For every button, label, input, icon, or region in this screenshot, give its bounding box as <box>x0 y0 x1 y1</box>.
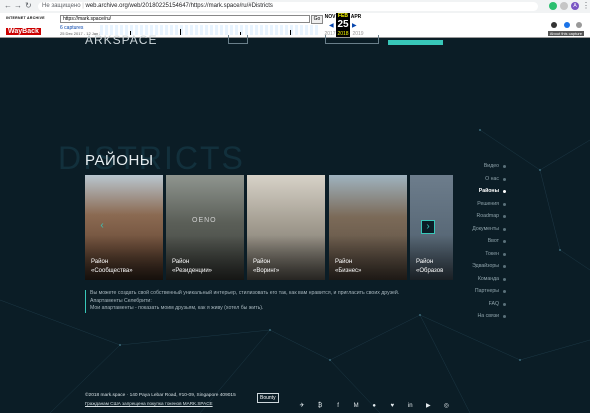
site-header: ARKSPACE <box>0 33 590 47</box>
nav-item-about[interactable]: О нас <box>472 173 506 186</box>
nav-item-token[interactable]: Токен <box>472 248 506 261</box>
slider-next-icon[interactable]: › <box>421 220 435 234</box>
nav-item-advisors[interactable]: Эдвайзоры <box>472 260 506 273</box>
user-icon[interactable] <box>551 22 558 28</box>
card-label: Район <box>172 259 190 265</box>
reddit-icon[interactable]: ● <box>370 403 378 409</box>
card-label: Район <box>335 259 353 265</box>
slider-prev-icon[interactable]: ‹ <box>97 220 107 232</box>
card-label: Район <box>253 259 271 265</box>
bounty-button[interactable]: Bounty <box>257 393 279 403</box>
district-card-residences[interactable]: OENO Район «Резиденции» <box>166 175 244 280</box>
instagram-icon[interactable]: ◎ <box>442 402 450 409</box>
header-accent-button[interactable] <box>388 40 443 45</box>
nav-item-bot[interactable]: Ввот <box>472 235 506 248</box>
site-logo[interactable]: ARKSPACE <box>85 33 157 47</box>
browser-toolbar: ← → ↻ Не защищено | web.archive.org/web/… <box>0 0 590 14</box>
social-links: ✈ ₿ f M ● ♥ in ▶ ◎ <box>298 394 456 412</box>
security-status: Не защищено <box>42 3 81 9</box>
card-name: «Резиденции» <box>172 268 213 274</box>
nav-item-team[interactable]: Команда <box>472 273 506 286</box>
card-label: Район <box>91 259 109 265</box>
twitter-icon[interactable]: ♥ <box>388 403 396 409</box>
nav-item-districts[interactable]: Районы <box>472 185 506 198</box>
footer-address: ©2018 mark.space · 140 Paya Lebar Road, … <box>85 393 236 398</box>
address-bar[interactable]: Не защищено | web.archive.org/web/201802… <box>38 2 538 11</box>
about-capture-link[interactable]: About this capture <box>547 31 584 36</box>
nav-item-documents[interactable]: Документы <box>472 223 506 236</box>
districts-slider[interactable]: Район «Сообщества» OENO Район «Резиденци… <box>85 175 453 280</box>
district-card-business[interactable]: Район «Бизнес» <box>329 175 407 280</box>
card-name: «Воринг» <box>253 268 280 274</box>
nav-item-faq[interactable]: FAQ <box>472 298 506 311</box>
description-line: Мои апартаменты - показать моим друзьям,… <box>90 305 264 311</box>
header-button[interactable] <box>228 35 248 44</box>
district-description: Вы можете создать свой собственный уника… <box>85 290 465 313</box>
forward-button[interactable]: → <box>14 1 22 10</box>
extension-icon[interactable] <box>549 2 557 10</box>
nav-item-solutions[interactable]: Решения <box>472 198 506 211</box>
card-name: «Образов <box>416 268 444 274</box>
medium-icon[interactable]: M <box>352 403 360 409</box>
prev-capture-arrow[interactable]: ◀ <box>329 22 334 29</box>
header-button[interactable] <box>325 35 379 44</box>
card-name: «Сообщества» <box>91 268 133 274</box>
wayback-logo-main: WayBack <box>6 28 41 35</box>
profile-avatar[interactable]: A <box>571 2 579 10</box>
card-name: «Бизнес» <box>335 268 362 274</box>
card-label: Район <box>416 259 434 265</box>
wayback-url-input[interactable]: https://mark.space/ru/ <box>60 15 310 23</box>
wayback-logo-top: INTERNET ARCHIVE <box>6 16 45 20</box>
extension-icon[interactable] <box>560 2 568 10</box>
wayback-logo[interactable]: INTERNET ARCHIVE WayBack <box>6 16 48 35</box>
linkedin-icon[interactable]: in <box>406 403 414 409</box>
us-restriction-link[interactable]: Гражданам США запрещена покупка токенов … <box>85 401 213 406</box>
nav-item-video[interactable]: Видео <box>472 160 506 173</box>
close-icon[interactable] <box>576 22 582 28</box>
nav-item-partners[interactable]: Партнеры <box>472 285 506 298</box>
description-line: Вы можете создать свой собственный уника… <box>90 290 400 296</box>
nav-item-roadmap[interactable]: Roadmap <box>472 210 506 223</box>
facebook-icon[interactable]: f <box>334 403 342 409</box>
youtube-icon[interactable]: ▶ <box>424 402 432 409</box>
address-url: web.archive.org/web/20180225154647/https… <box>85 3 273 9</box>
nav-item-contact[interactable]: На связи <box>472 310 506 323</box>
section-title: РАЙОНЫ <box>85 152 154 169</box>
reload-button[interactable]: ↻ <box>25 1 32 10</box>
building-sign: OENO <box>192 217 217 224</box>
next-capture-arrow[interactable]: ▶ <box>352 22 357 29</box>
next-month[interactable]: APR <box>348 14 364 20</box>
bitcointalk-icon[interactable]: ₿ <box>316 403 324 409</box>
back-button[interactable]: ← <box>4 1 12 10</box>
menu-icon[interactable]: ⋮ <box>582 1 590 10</box>
section-nav: Видео О нас Районы Решения Roadmap Докум… <box>472 160 506 323</box>
telegram-icon[interactable]: ✈ <box>298 402 306 409</box>
description-line: Апартаменты Селебрити: <box>90 297 152 304</box>
current-day: 25 <box>337 19 349 30</box>
help-icon[interactable] <box>563 22 570 28</box>
district-card-voring[interactable]: Район «Воринг» <box>247 175 325 280</box>
